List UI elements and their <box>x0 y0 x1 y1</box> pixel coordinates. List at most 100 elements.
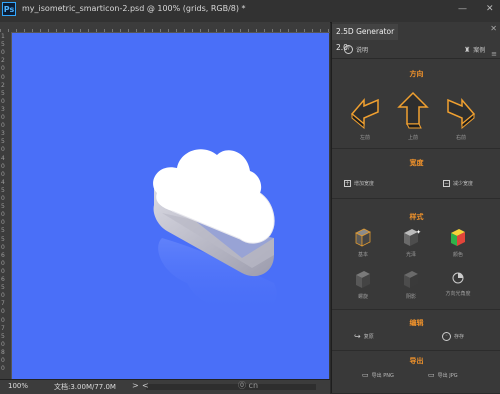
reduce-width-button[interactable]: − 减少宽度 <box>443 180 473 187</box>
arrow-right-front-icon[interactable] <box>444 92 478 132</box>
artboard[interactable] <box>12 33 329 379</box>
arrow-left-front-icon[interactable] <box>348 92 382 132</box>
question-icon: ? <box>344 45 353 54</box>
close-window-button[interactable]: ✕ <box>486 4 494 14</box>
restore-button[interactable]: ↪ 复原 <box>354 332 374 341</box>
direction-right-label: 右前 <box>455 135 466 141</box>
save-button[interactable]: ◦ 存存 <box>442 332 464 341</box>
gloss-style-icon[interactable]: ✦ <box>402 228 422 248</box>
export-jpg-label: 导出 JPG <box>437 372 458 379</box>
ruler-label: 0 <box>1 219 5 227</box>
photoshop-logo-icon: Ps <box>2 2 16 16</box>
ruler-label: 0 <box>1 243 5 251</box>
ruler-label: 0 <box>1 365 5 373</box>
ruler-label: 0 <box>1 308 5 316</box>
title-bar: Ps my_isometric_smarticon-2.psd @ 100% (… <box>0 0 500 23</box>
panel-tab[interactable]: 2.5D Generator 2.0 <box>332 24 398 52</box>
ruler-label: 5 <box>1 284 5 292</box>
ruler-label: 0 <box>1 65 5 73</box>
direction-up-label: 上前 <box>407 135 418 141</box>
svg-text:✦: ✦ <box>416 229 421 236</box>
light-direction-icon[interactable] <box>450 270 466 286</box>
shadow-label: 阴影 <box>405 294 416 300</box>
redo-arrow-icon: ↪ <box>354 332 361 341</box>
folder-icon: ▭ <box>428 371 435 379</box>
ruler-label: 0 <box>1 97 5 105</box>
horizontal-ruler[interactable] <box>0 22 330 33</box>
export-png-label: 导出 PNG <box>371 372 394 379</box>
ruler-label: 5 <box>1 89 5 97</box>
save-icon: ◦ <box>442 332 451 341</box>
ruler-label: 4 <box>1 178 5 186</box>
help-label: 说明 <box>356 47 369 54</box>
help-button[interactable]: ? 说明 <box>344 45 368 54</box>
ruler-label: 5 <box>1 227 5 235</box>
plus-icon: + <box>344 180 351 187</box>
export-png-button[interactable]: ▭ 导出 PNG <box>362 371 394 379</box>
shirt-icon: ♜ <box>464 45 471 54</box>
ruler-label: 3 <box>1 130 5 138</box>
ruler-label: 0 <box>1 211 5 219</box>
ruler-label: 0 <box>1 162 5 170</box>
ruler-label: 5 <box>1 186 5 194</box>
minimize-button[interactable]: — <box>458 4 467 14</box>
export-title: 导出 <box>409 357 424 365</box>
reduce-width-label: 减少宽度 <box>453 181 474 187</box>
ruler-label: 3 <box>1 105 5 113</box>
add-width-label: 增加宽度 <box>354 181 375 187</box>
ruler-label: 1 <box>1 33 5 40</box>
ruler-label: 6 <box>1 276 5 283</box>
ruler-label: 7 <box>1 324 5 332</box>
document-title[interactable]: my_isometric_smarticon-2.psd @ 100% (gri… <box>22 4 246 13</box>
ruler-label: 5 <box>1 41 5 49</box>
vertical-ruler[interactable]: 1502002503003504004505005506006507007508… <box>0 32 12 379</box>
generator-panel: 2.5D Generator 2.0 ✕ ? 说明 ♜ 案例 ≡ 方向 左前 上… <box>331 22 500 393</box>
cloud-isometric-icon[interactable] <box>12 33 329 379</box>
ruler-label: 0 <box>1 170 5 178</box>
gloss-label: 光泽 <box>405 252 416 258</box>
minus-icon: − <box>443 180 450 187</box>
ruler-label: 5 <box>1 235 5 243</box>
ruler-label: 0 <box>1 267 5 275</box>
ruler-label: 8 <box>1 348 5 356</box>
scroll-left-arrow[interactable]: < <box>142 381 149 390</box>
ruler-label: 0 <box>1 357 5 364</box>
case-button[interactable]: ♜ 案例 <box>464 45 486 55</box>
ruler-label: 6 <box>1 251 5 259</box>
add-width-button[interactable]: + 增加宽度 <box>344 180 374 187</box>
basic-style-icon[interactable] <box>354 228 372 248</box>
divider <box>332 198 500 199</box>
ruler-label: 0 <box>1 49 5 57</box>
shadow-style-icon[interactable] <box>402 270 420 290</box>
restore-label: 复原 <box>363 334 374 340</box>
divider <box>332 350 500 351</box>
arrow-up-front-icon[interactable] <box>396 90 430 132</box>
panel-menu-icon[interactable]: ≡ <box>491 50 497 58</box>
ruler-label: 0 <box>1 259 5 267</box>
folder-icon: ▭ <box>362 371 369 379</box>
light-direction-label: 方向光角度 <box>445 291 471 297</box>
style-title: 样式 <box>409 213 424 221</box>
canvas-area: 1502002503003504004505005506006507007508… <box>0 22 330 379</box>
zoom-level[interactable]: 100% <box>8 382 28 390</box>
watermark: ⓪ cn <box>238 381 259 390</box>
ruler-label: 2 <box>1 81 5 89</box>
horizontal-scrollbar[interactable] <box>146 384 316 390</box>
export-jpg-button[interactable]: ▭ 导出 JPG <box>428 371 458 379</box>
divider <box>332 309 500 310</box>
spiral-style-icon[interactable] <box>354 270 372 290</box>
ruler-label: 0 <box>1 146 5 154</box>
ruler-label: 0 <box>1 73 5 81</box>
status-menu-arrow[interactable]: > <box>132 381 139 390</box>
width-title: 宽度 <box>409 159 424 167</box>
case-label: 案例 <box>473 47 486 54</box>
ruler-label: 0 <box>1 316 5 324</box>
divider <box>332 148 500 149</box>
panel-close-button[interactable]: ✕ <box>490 24 497 33</box>
ruler-label: 0 <box>1 292 5 300</box>
color-style-icon[interactable] <box>449 228 467 248</box>
spiral-label: 螺旋 <box>357 294 368 300</box>
document-info: 文档:3.00M/77.0M <box>54 383 116 391</box>
color-label: 颜色 <box>452 252 463 258</box>
ruler-label: 4 <box>1 154 5 162</box>
